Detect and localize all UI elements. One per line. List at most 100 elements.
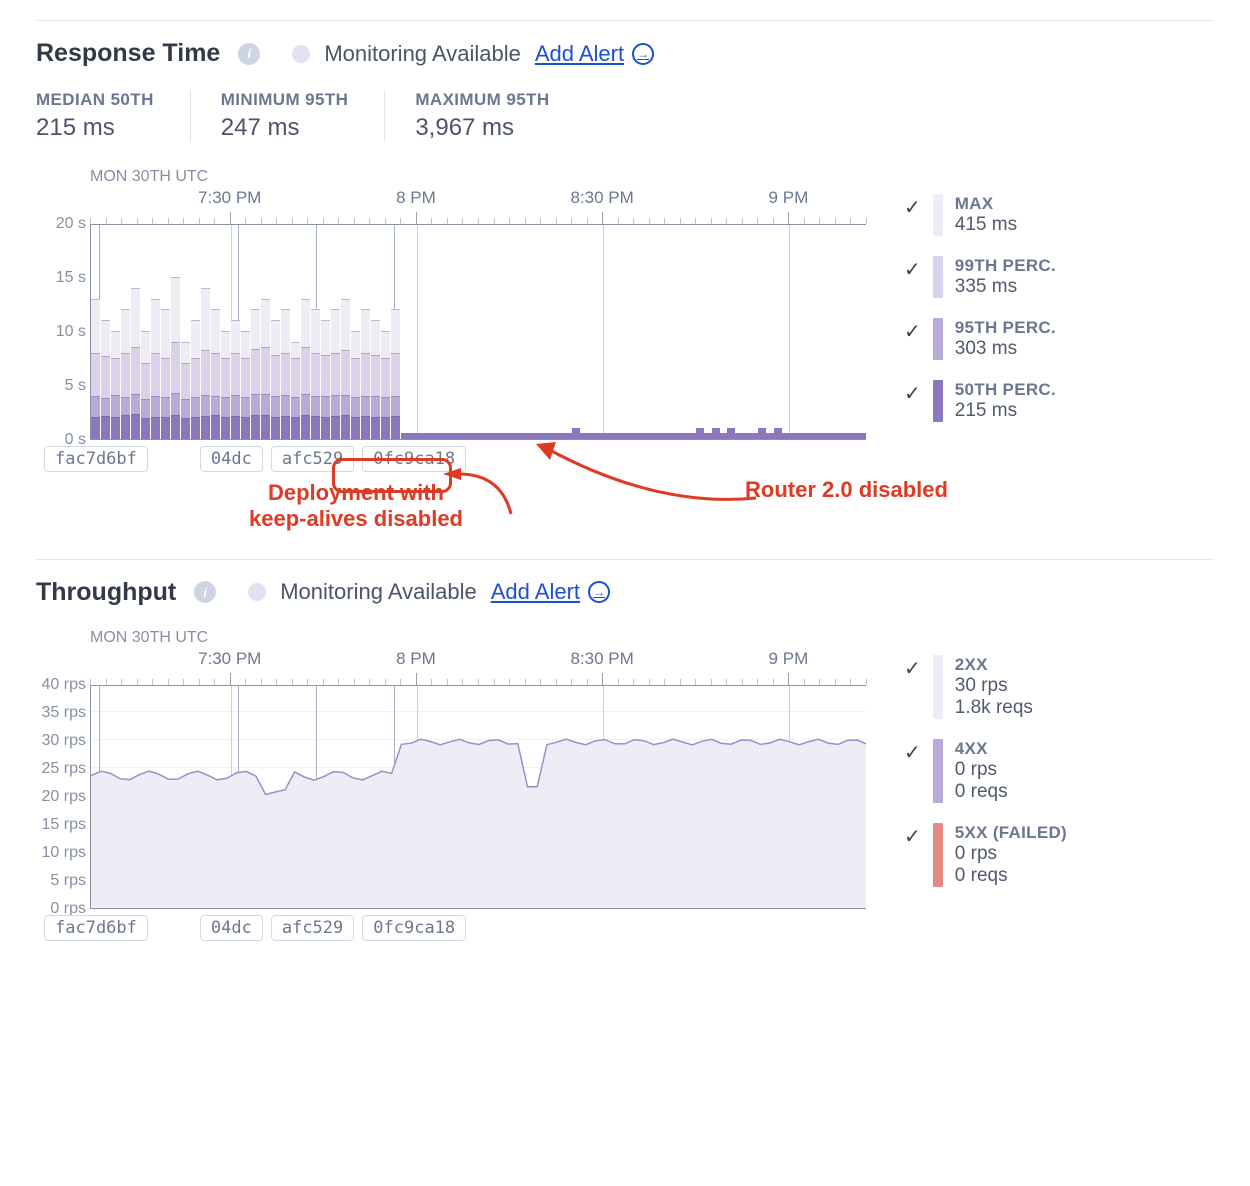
x-tick: 8 PM — [396, 188, 436, 208]
throughput-chart-wrap: MON 30TH UTC 7:30 PM 8 PM 8:30 PM 9 PM 0… — [36, 629, 1214, 941]
legend-item-max[interactable]: ✓ MAX 415 ms — [904, 194, 1214, 236]
deploy-tags: fac7d6bf 04dc afc529 0fc9ca18 — [44, 915, 866, 941]
stat-label: MAXIMUM 95TH — [415, 90, 549, 110]
response-chart[interactable]: MON 30TH UTC 7:30 PM 8 PM 8:30 PM 9 PM 0… — [36, 168, 866, 472]
x-tick: 9 PM — [769, 649, 809, 669]
arrow-right-icon: → — [588, 581, 610, 603]
check-icon: ✓ — [904, 322, 921, 342]
check-icon: ✓ — [904, 260, 921, 280]
x-tick: 7:30 PM — [198, 188, 261, 208]
response-header: Response Time i Monitoring Available Add… — [36, 39, 1214, 68]
throughput-title: Throughput — [36, 578, 176, 607]
check-icon: ✓ — [904, 198, 921, 218]
tickbar — [90, 212, 866, 224]
deploy-tag[interactable]: fac7d6bf — [44, 446, 148, 472]
legend-value: 0 rps — [955, 759, 1008, 781]
legend-item-2xx[interactable]: ✓ 2XX 30 rps 1.8k reqs — [904, 655, 1214, 719]
legend-value: 30 rps — [955, 675, 1033, 697]
stat-label: MEDIAN 50TH — [36, 90, 154, 110]
legend-name: MAX — [955, 194, 1017, 214]
check-icon: ✓ — [904, 827, 921, 847]
arrow-right-icon: → — [632, 43, 654, 65]
legend-value: 0 reqs — [955, 781, 1008, 803]
legend-value: 0 reqs — [955, 865, 1067, 887]
add-alert-label: Add Alert — [491, 579, 580, 605]
x-tick: 8 PM — [396, 649, 436, 669]
deploy-tag[interactable]: 0fc9ca18 — [362, 446, 466, 472]
stat-value: 3,967 ms — [415, 114, 549, 142]
throughput-legend: ✓ 2XX 30 rps 1.8k reqs ✓ 4XX 0 rps 0 req… — [866, 655, 1214, 907]
swatch — [933, 823, 943, 887]
swatch — [933, 739, 943, 803]
throughput-header: Throughput i Monitoring Available Add Al… — [36, 578, 1214, 607]
response-time-panel: Response Time i Monitoring Available Add… — [36, 20, 1214, 533]
x-tick: 7:30 PM — [198, 649, 261, 669]
legend-item-p99[interactable]: ✓ 99TH PERC. 335 ms — [904, 256, 1214, 298]
legend-name: 99TH PERC. — [955, 256, 1056, 276]
throughput-panel: Throughput i Monitoring Available Add Al… — [36, 559, 1214, 949]
legend-name: 95TH PERC. — [955, 318, 1056, 338]
monitor-dot — [292, 45, 310, 63]
stat-median: MEDIAN 50TH 215 ms — [36, 90, 191, 142]
tickbar — [90, 673, 866, 685]
legend-value: 335 ms — [955, 276, 1056, 298]
deploy-tag[interactable]: fac7d6bf — [44, 915, 148, 941]
monitor-dot — [248, 583, 266, 601]
throughput-chart[interactable]: MON 30TH UTC 7:30 PM 8 PM 8:30 PM 9 PM 0… — [36, 629, 866, 941]
stat-min95: MINIMUM 95TH 247 ms — [221, 90, 386, 142]
deploy-tag[interactable]: 0fc9ca18 — [362, 915, 466, 941]
legend-value: 303 ms — [955, 338, 1056, 360]
legend-item-p50[interactable]: ✓ 50TH PERC. 215 ms — [904, 380, 1214, 422]
legend-value: 415 ms — [955, 214, 1017, 236]
response-title: Response Time — [36, 39, 220, 68]
legend-value: 215 ms — [955, 400, 1056, 422]
legend-item-4xx[interactable]: ✓ 4XX 0 rps 0 reqs — [904, 739, 1214, 803]
swatch — [933, 380, 943, 422]
deploy-tag[interactable]: afc529 — [271, 915, 354, 941]
swatch — [933, 256, 943, 298]
response-plot[interactable] — [90, 224, 866, 440]
legend-name: 5XX (FAILED) — [955, 823, 1067, 843]
deploy-tag[interactable]: afc529 — [271, 446, 354, 472]
add-alert-label: Add Alert — [535, 41, 624, 67]
legend-name: 4XX — [955, 739, 1008, 759]
monitoring-status: Monitoring Available — [280, 579, 477, 605]
chart-date: MON 30TH UTC — [90, 168, 866, 186]
legend-item-5xx[interactable]: ✓ 5XX (FAILED) 0 rps 0 reqs — [904, 823, 1214, 887]
check-icon: ✓ — [904, 659, 921, 679]
x-tick: 8:30 PM — [571, 188, 634, 208]
response-chart-wrap: MON 30TH UTC 7:30 PM 8 PM 8:30 PM 9 PM 0… — [36, 168, 1214, 472]
x-tick: 8:30 PM — [571, 649, 634, 669]
deploy-tag[interactable]: 04dc — [200, 446, 263, 472]
stat-max95: MAXIMUM 95TH 3,967 ms — [415, 90, 585, 142]
callout-deploy: Deployment withkeep-alives disabled — [191, 480, 521, 533]
stat-value: 215 ms — [36, 114, 154, 142]
arrow-deploy-icon — [431, 464, 531, 524]
swatch — [933, 318, 943, 360]
check-icon: ✓ — [904, 384, 921, 404]
legend-name: 50TH PERC. — [955, 380, 1056, 400]
legend-value: 1.8k reqs — [955, 697, 1033, 719]
swatch — [933, 655, 943, 719]
x-axis: 7:30 PM 8 PM 8:30 PM 9 PM — [90, 649, 866, 673]
callout-router: Router 2.0 disabled — [745, 477, 948, 503]
legend-value: 0 rps — [955, 843, 1067, 865]
swatch — [933, 194, 943, 236]
response-stats: MEDIAN 50TH 215 ms MINIMUM 95TH 247 ms M… — [36, 90, 1214, 142]
x-axis: 7:30 PM 8 PM 8:30 PM 9 PM — [90, 188, 866, 212]
info-icon[interactable]: i — [194, 581, 216, 603]
deploy-tags: fac7d6bf 04dc afc529 0fc9ca18 — [44, 446, 866, 472]
info-icon[interactable]: i — [238, 43, 260, 65]
check-icon: ✓ — [904, 743, 921, 763]
monitoring-status: Monitoring Available — [324, 41, 521, 67]
stat-label: MINIMUM 95TH — [221, 90, 349, 110]
response-legend: ✓ MAX 415 ms ✓ 99TH PERC. 335 ms ✓ — [866, 194, 1214, 442]
throughput-plot[interactable] — [90, 685, 866, 909]
x-tick: 9 PM — [769, 188, 809, 208]
legend-name: 2XX — [955, 655, 1033, 675]
add-alert-link[interactable]: Add Alert → — [535, 41, 654, 67]
deploy-tag[interactable]: 04dc — [200, 915, 263, 941]
stat-value: 247 ms — [221, 114, 349, 142]
add-alert-link[interactable]: Add Alert → — [491, 579, 610, 605]
legend-item-p95[interactable]: ✓ 95TH PERC. 303 ms — [904, 318, 1214, 360]
